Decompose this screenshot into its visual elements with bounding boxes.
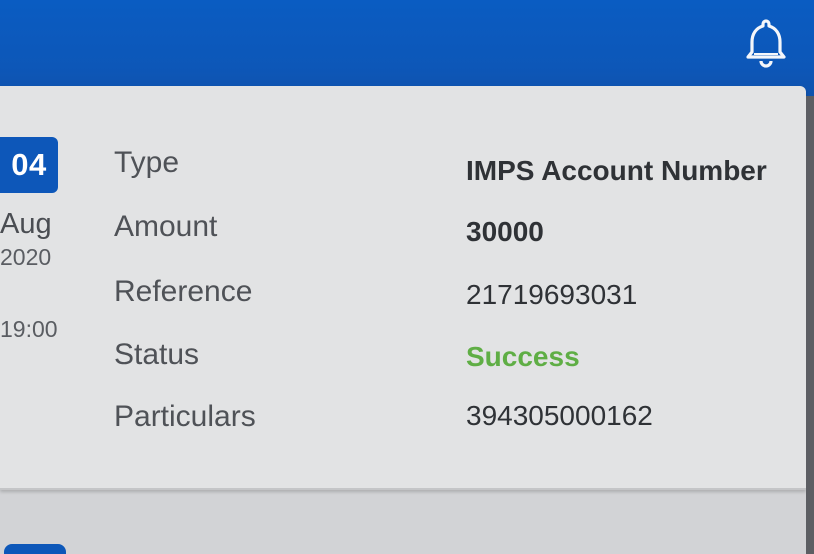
date-day-badge: 04	[0, 137, 58, 193]
type-value: IMPS Account Number	[466, 155, 767, 186]
amount-value: 30000	[466, 216, 544, 247]
particulars-value: 394305000162	[466, 400, 653, 431]
reference-label: Reference	[114, 275, 253, 308]
status-value: Success	[466, 341, 580, 372]
screen-edge	[806, 96, 814, 554]
transaction-time: 19:00	[0, 316, 58, 342]
type-label: Type	[114, 146, 180, 179]
card-divider	[0, 488, 806, 490]
status-label: Status	[114, 338, 200, 371]
reference-value: 21719693031	[466, 279, 638, 310]
app-screen: 04 Aug 2020 19:00 Type IMPS Account Numb…	[0, 0, 814, 554]
amount-label: Amount	[114, 210, 218, 243]
date-month: Aug	[0, 208, 52, 240]
bell-icon[interactable]	[744, 18, 788, 68]
particulars-label: Particulars	[114, 400, 256, 433]
next-date-badge	[4, 544, 66, 554]
date-year: 2020	[0, 244, 52, 270]
top-app-bar	[0, 0, 814, 96]
